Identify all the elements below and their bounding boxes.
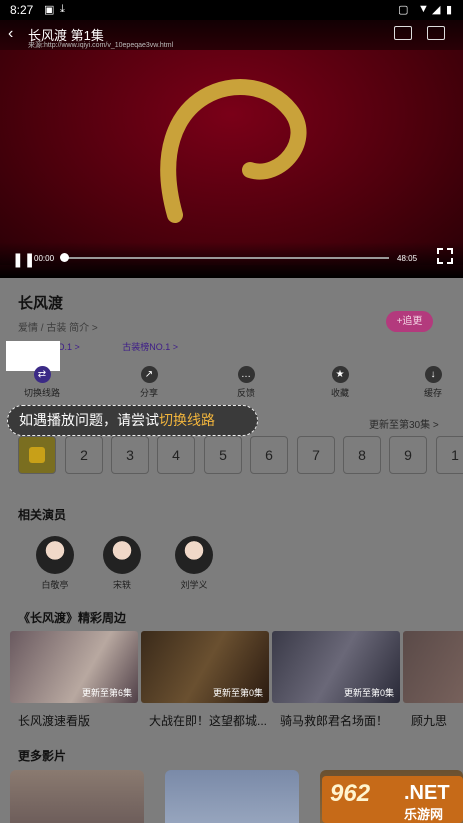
player-top-bar: ‹ 长风渡 第1集 来源:http://www.iqiyi.com/v_10ep… [0,20,463,50]
pip-icon[interactable] [394,26,412,40]
actor-name: 白敬亭 [41,580,69,590]
actor-item[interactable]: 刘学义 [169,536,219,591]
rank-costume[interactable]: 古装榜NO.1 > [122,342,178,352]
highlights-heading: 《长风渡》精彩周边 [18,611,127,625]
status-bar: 8:27 ▣ ⤓ ▢ ▼ ◢ ▮ [0,0,463,20]
actor-list: 白敬亭 宋轶 刘学义 [30,536,430,596]
back-icon[interactable]: ‹ [8,25,13,43]
movie-poster[interactable] [10,770,144,823]
progress-track[interactable] [64,257,389,259]
card-thumbnail: 更新至第0集 [141,631,269,703]
watermark-domain: .NET [404,782,450,804]
feedback-button[interactable]: … 反馈 [216,366,276,399]
highlights-carousel[interactable]: 更新至第6集 长风渡速看版 更新至第0集 大战在即！这望都城... 更新至第0集… [10,631,463,731]
playback-tip-toast[interactable]: 如遇播放问题，请尝试切换线路 [7,405,258,436]
time-current: 00:00 [34,254,55,263]
card-thumbnail: 更新至第0集 [272,631,400,703]
card-title: 大战在即！这望都城... [149,714,268,728]
collect-button[interactable]: ★ 收藏 [310,366,370,399]
avatar [175,536,213,574]
switch-line-icon: ⇄ [33,366,51,383]
wifi-icon: ▼ [418,3,429,15]
download-icon: ↓ [424,366,442,383]
drama-tags[interactable]: 爱情 / 古装 简介 > [18,319,98,334]
highlight-card[interactable]: 更新至第0集 骑马救郎君名场面！ [272,631,400,729]
episode-item[interactable]: 3 [111,436,149,474]
action-label: 反馈 [236,388,255,398]
card-title: 骑马救郎君名场面！ [280,714,389,728]
watermark-site: 乐游网 [404,807,444,822]
episode-item[interactable]: 5 [204,436,242,474]
player-controls: ❚❚ 00:00 48:05 [0,242,463,278]
toast-highlight[interactable]: 切换线路 [159,412,215,428]
highlight-card[interactable]: 更新至第0集 大战在即！这望都城... [141,631,269,729]
cast-icon[interactable] [427,26,445,40]
sim-icon: ▢ [398,4,409,16]
playing-icon [29,447,45,463]
switch-line-button[interactable]: ⇄ 切换线路 [12,366,72,399]
card-title: 长风渡速看版 [18,714,91,728]
card-tag: 更新至第6集 [81,688,132,698]
actor-name: 刘学义 [180,580,208,590]
episode-1-playing[interactable] [18,436,56,474]
signal-icon: ◢ [432,4,441,16]
episode-item[interactable]: 1 [436,436,463,474]
avatar [36,536,74,574]
drama-title: 长风渡 [18,295,64,312]
action-label: 收藏 [330,388,349,398]
action-label: 切换线路 [23,388,60,398]
highlight-card[interactable]: 顾九思 [403,631,463,729]
card-tag: 更新至第0集 [212,688,263,698]
highlight-card[interactable]: 更新至第6集 长风渡速看版 [10,631,138,729]
episode-item[interactable]: 4 [157,436,195,474]
action-bar: ⇄ 切换线路 ↗ 分享 … 反馈 ★ 收藏 ↓ 缓存 [0,366,463,406]
status-time: 8:27 [10,3,34,17]
battery-icon: ▮ [446,4,453,16]
collect-icon: ★ [331,366,349,383]
video-frame[interactable] [0,50,463,265]
video-player[interactable]: ‹ 长风渡 第1集 来源:http://www.iqiyi.com/v_10ep… [0,20,463,278]
time-total: 48:05 [397,254,418,263]
detail-content: 长风渡 爱情 / 古装 简介 > +追更 爱情榜NO.1 > 古装榜NO.1 >… [0,278,463,823]
toast-text: 如遇播放问题，请尝试 [19,412,159,428]
more-movies-heading: 更多影片 [18,749,67,763]
episode-item[interactable]: 9 [389,436,427,474]
feedback-icon: … [237,366,255,383]
card-tag: 更新至第0集 [343,688,394,698]
action-label: 缓存 [423,388,442,398]
episode-item[interactable]: 8 [343,436,381,474]
follow-button[interactable]: +追更 [386,311,433,332]
episode-list: 2 3 4 5 6 7 8 9 1 [18,436,463,474]
video-logo-graphic [160,79,307,223]
card-thumbnail [403,631,463,703]
download-status-icon: ⤓ [60,3,65,15]
download-button[interactable]: ↓ 缓存 [403,366,463,399]
episode-item[interactable]: 2 [65,436,103,474]
card-thumbnail: 更新至第6集 [10,631,138,703]
share-button[interactable]: ↗ 分享 [119,366,179,399]
share-icon: ↗ [140,366,158,383]
episode-update-link[interactable]: 更新至第30集 > [369,416,439,431]
pause-icon[interactable]: ❚❚ [12,251,35,268]
movie-poster[interactable] [165,770,299,823]
actor-name: 宋轶 [112,580,131,590]
avatar [103,536,141,574]
notification-icon: ▣ [44,4,55,16]
actor-item[interactable]: 宋轶 [97,536,147,591]
player-source: 来源:http://www.iqiyi.com/v_10epeqae3vw.ht… [28,42,174,49]
episode-item[interactable]: 6 [250,436,288,474]
action-label: 分享 [139,388,158,398]
card-title: 顾九思 [411,714,448,728]
episode-item[interactable]: 7 [297,436,335,474]
progress-knob[interactable] [60,253,69,262]
actor-item[interactable]: 白敬亭 [30,536,80,591]
watermark-number: 962 [330,780,371,807]
actors-heading: 相关演员 [18,508,67,522]
fullscreen-icon[interactable] [437,248,453,264]
site-watermark: 962 .NET 乐游网 [322,776,463,823]
